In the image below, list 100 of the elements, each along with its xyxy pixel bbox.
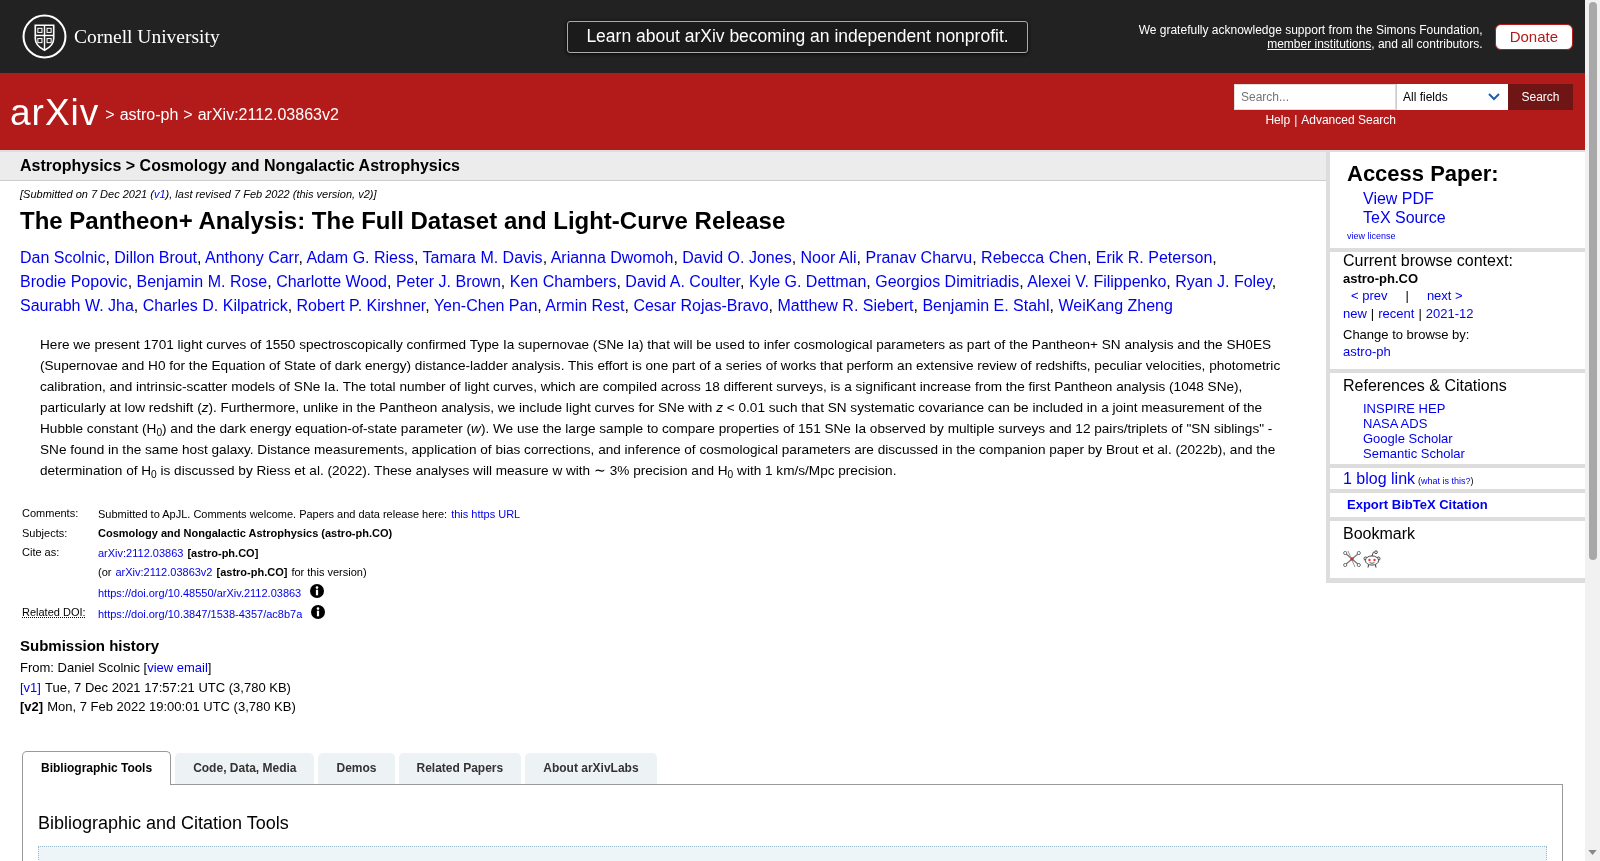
search-field[interactable]: Search... — [1234, 84, 1396, 110]
reference-link[interactable]: Google Scholar — [1363, 431, 1453, 446]
category-text: astro-ph.CO — [1343, 270, 1419, 287]
metadata-text: Submitted to ApJL. Comments welcome. Papers and data release here: — [98, 507, 448, 520]
field-select[interactable]: All fields — [1396, 84, 1508, 110]
author-link[interactable]: Brodie Popovic — [20, 273, 128, 290]
browse-link[interactable]: recent — [1378, 305, 1415, 322]
category-link[interactable]: astro-ph — [1343, 343, 1391, 361]
help-link[interactable]: Help — [1265, 113, 1291, 127]
metadata-label: Related DOI: — [22, 606, 86, 618]
author-link[interactable]: Charles D. Kilpatrick — [142, 297, 288, 314]
author-link[interactable]: Alexei V. Filippenko — [1027, 273, 1167, 290]
metadata-label: Cite as: — [22, 546, 60, 558]
license-link[interactable]: view license — [1347, 229, 1396, 243]
metadata-link[interactable]: arXiv:2112.03863 — [98, 546, 184, 559]
tab[interactable]: About arXivLabs — [525, 752, 657, 784]
info-icon[interactable] — [310, 583, 325, 598]
submitter-text: From: Daniel Scolnic [view email] — [20, 659, 213, 677]
author-link[interactable]: Rebecca Chen — [981, 249, 1087, 266]
tab[interactable]: Demos — [318, 752, 395, 784]
metadata-link[interactable]: this https URL — [451, 507, 521, 520]
author-link[interactable]: Yen-Chen Pan — [433, 297, 538, 314]
breadcrumb-link[interactable]: astro-ph — [119, 101, 179, 124]
subject-heading: Astrophysics > Cosmology and Nongalactic Astrophysics — [0, 150, 1326, 181]
scrollbar-thumb[interactable] — [1588, 2, 1597, 560]
author-link[interactable]: WeiKang Zheng — [1058, 297, 1173, 314]
author-link[interactable]: Benjamin M. Rose — [136, 273, 268, 290]
author-link[interactable]: Cesar Rojas-Bravo — [633, 297, 769, 314]
version-label: [v2] — [20, 699, 44, 714]
metadata-link[interactable]: https://doi.org/10.3847/1538-4357/ac8b7a — [98, 607, 303, 620]
author-link[interactable]: Saurabh W. Jha — [20, 297, 134, 314]
site-logo[interactable]: arXiv — [10, 92, 100, 133]
submission-dateline: [Submitted on 7 Dec 2021 (v1), last revised 7 Feb 2022 (this version, v2)] — [20, 187, 378, 201]
paper-title: The Pantheon+ Analysis: The Full Dataset and Light-Curve Release — [20, 206, 787, 236]
author-link[interactable]: Robert P. Kirshner — [296, 297, 426, 314]
help-link[interactable]: Advanced Search — [1301, 113, 1396, 127]
author-link[interactable]: Kyle G. Dettman — [748, 273, 867, 290]
institution-name[interactable]: Cornell University — [74, 25, 220, 48]
next-link[interactable]: next > — [1426, 287, 1463, 305]
author-link[interactable]: Dan Scolnic — [20, 249, 106, 266]
link-separator: | — [1370, 305, 1375, 322]
author-link[interactable]: Erik R. Peterson — [1095, 249, 1213, 266]
author-link[interactable]: David O. Jones — [682, 249, 792, 266]
version-link[interactable]: [v1] — [20, 679, 41, 695]
author-link[interactable]: David A. Coulter — [625, 273, 741, 290]
donate-button[interactable]: Donate — [1494, 23, 1573, 50]
breadcrumb-current: arXiv:2112.03863v2 — [197, 104, 339, 124]
tab[interactable]: Bibliographic Tools — [22, 750, 172, 785]
search-button[interactable]: Search — [1508, 84, 1573, 110]
metadata-link[interactable]: https://doi.org/10.48550/arXiv.2112.03863 — [98, 586, 302, 599]
author-link[interactable]: Benjamin E. Stahl — [922, 297, 1050, 314]
reference-link[interactable]: NASA ADS — [1363, 416, 1428, 431]
subject-text: [astro-ph.CO] — [216, 566, 288, 579]
download-link[interactable]: TeX Source — [1363, 208, 1446, 227]
reference-link[interactable]: Semantic Scholar — [1363, 446, 1465, 461]
author-link[interactable]: Adam G. Riess — [306, 249, 414, 266]
author-link[interactable]: Charlotte Wood — [276, 273, 387, 290]
tab[interactable]: Related Papers — [398, 752, 522, 784]
metadata-link[interactable]: arXiv:2112.03863v2 — [115, 566, 213, 579]
author-link[interactable]: Tamara M. Davis — [422, 249, 543, 266]
metadata-text: for this version) — [291, 566, 367, 579]
link-separator: | — [1294, 113, 1298, 127]
author-link[interactable]: Pranav Charvu — [865, 249, 973, 266]
info-icon[interactable] — [311, 604, 326, 619]
author-link[interactable]: Noor Ali — [800, 249, 857, 266]
prev-link[interactable]: < prev — [1351, 287, 1388, 305]
version-details: Tue, 7 Dec 2021 17:57:21 UTC (3,780 KB) — [44, 679, 291, 695]
seal-icon[interactable] — [22, 14, 67, 59]
nodes-icon[interactable] — [1343, 550, 1361, 568]
author-link[interactable]: Armin Rest — [545, 297, 625, 314]
section-heading: Submission history — [20, 637, 161, 655]
breadcrumb-separator: > — [183, 104, 193, 124]
author-link[interactable]: Georgios Dimitriadis — [875, 273, 1020, 290]
browse-heading: Current browse context: — [1343, 252, 1513, 270]
author-link[interactable]: Anthony Carr — [205, 249, 299, 266]
alien-icon[interactable] — [1363, 550, 1381, 568]
blog-note: (what is this?) — [1418, 476, 1474, 486]
email-link[interactable]: view email — [147, 660, 208, 675]
author-link[interactable]: Arianna Dwomoh — [550, 249, 674, 266]
author-link[interactable]: Ryan J. Foley — [1175, 273, 1272, 290]
link-separator: | — [1405, 287, 1409, 305]
scroll-down-icon[interactable] — [1588, 850, 1597, 855]
reference-link[interactable]: INSPIRE HEP — [1363, 401, 1446, 416]
author-link[interactable]: Peter J. Brown — [395, 273, 501, 290]
blog-link[interactable]: 1 blog link — [1343, 468, 1416, 489]
author-link[interactable]: Dillon Brout — [114, 249, 197, 266]
download-link[interactable]: View PDF — [1363, 189, 1434, 208]
announcement-button[interactable]: Learn about arXiv becoming an independent nonprofit. — [567, 20, 1028, 53]
tab[interactable]: Code, Data, Media — [175, 752, 315, 784]
browse-link[interactable]: new — [1343, 305, 1367, 322]
help-link[interactable]: what is this? — [1421, 476, 1471, 486]
author-link[interactable]: Matthew R. Siebert — [777, 297, 914, 314]
metadata-label: Subjects: — [22, 526, 68, 539]
browse-link[interactable]: 2021-12 — [1425, 305, 1474, 322]
bookmark-heading: Bookmark — [1343, 525, 1416, 543]
panel-heading: Bibliographic and Citation Tools — [38, 811, 290, 834]
scrollbar[interactable] — [1585, 0, 1600, 861]
link-separator: | — [1418, 305, 1422, 322]
references-heading: References & Citations — [1343, 377, 1507, 395]
author-link[interactable]: Ken Chambers — [509, 273, 617, 290]
